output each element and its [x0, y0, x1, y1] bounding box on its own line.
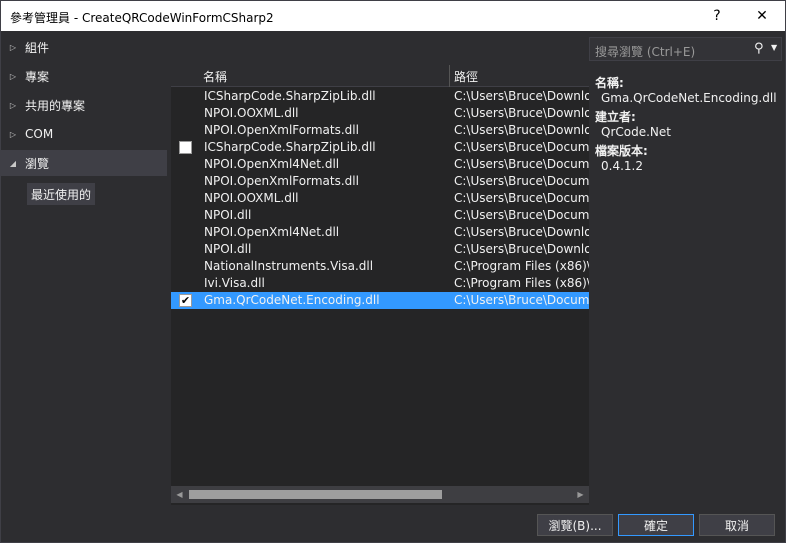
row-name: Gma.QrCodeNet.Encoding.dll: [204, 293, 380, 307]
reference-list: 名稱 路徑 ICSharpCode.SharpZipLib.dll C:\User…: [171, 65, 589, 505]
checkbox-unchecked[interactable]: [179, 141, 192, 154]
expand-arrow-icon: ▷: [9, 129, 17, 139]
nav-item-browse[interactable]: ◢ 瀏覽: [1, 150, 167, 176]
detail-name-value: Gma.QrCodeNet.Encoding.dll: [601, 91, 777, 105]
nav-item-label: 組件: [25, 40, 50, 55]
row-name: NationalInstruments.Visa.dll: [204, 259, 374, 273]
left-nav: ▷ 組件 ▷ 專案 ▷ 共用的專案 ▷ COM ◢ 瀏覽 最近使用的: [1, 31, 167, 501]
search-icon[interactable]: ⚲: [754, 41, 764, 56]
detail-name-label: 名稱:: [595, 76, 624, 90]
row-name: Ivi.Visa.dll: [204, 276, 265, 290]
row-path: C:\Users\Bruce\Downloads: [454, 242, 589, 256]
table-row[interactable]: ICSharpCode.SharpZipLib.dll C:\Users\Bruc…: [171, 139, 589, 156]
scroll-right-icon[interactable]: ▶: [572, 486, 589, 503]
close-button[interactable]: ✕: [739, 1, 785, 31]
scroll-thumb[interactable]: [189, 490, 442, 499]
row-path: C:\Program Files (x86)\: [454, 259, 589, 273]
row-path: C:\Users\Bruce\Documents: [454, 208, 589, 222]
chevron-down-icon[interactable]: ▼: [771, 43, 777, 52]
table-row[interactable]: NPOI.OOXML.dll C:\Users\Bruce\Downloads: [171, 105, 589, 122]
nav-item-label: COM: [25, 127, 54, 141]
row-path: C:\Users\Bruce\Documents: [454, 191, 589, 205]
row-path: C:\Users\Bruce\Downloads: [454, 123, 589, 137]
help-button[interactable]: ?: [694, 1, 740, 31]
table-row[interactable]: NPOI.OpenXml4Net.dll C:\Users\Bruce\Downl…: [171, 224, 589, 241]
row-name: NPOI.dll: [204, 242, 252, 256]
window-title: 參考管理員 - CreateQRCodeWinFormCSharp2: [10, 11, 274, 25]
detail-version-value: 0.4.1.2: [601, 159, 643, 173]
checkbox-checked[interactable]: ✔: [179, 294, 192, 307]
table-row[interactable]: NPOI.dll C:\Users\Bruce\Documents: [171, 207, 589, 224]
nav-item-com[interactable]: ▷ COM: [1, 121, 167, 147]
table-row[interactable]: Ivi.Visa.dll C:\Program Files (x86)\: [171, 275, 589, 292]
nav-subitem-recent[interactable]: 最近使用的: [27, 183, 96, 205]
reference-manager-window: 參考管理員 - CreateQRCodeWinFormCSharp2 ? ✕ ▷…: [0, 0, 786, 543]
row-path: C:\Users\Bruce\Documents: [454, 293, 589, 307]
row-name: ICSharpCode.SharpZipLib.dll: [204, 140, 376, 154]
title-bar: 參考管理員 - CreateQRCodeWinFormCSharp2 ? ✕: [1, 1, 785, 31]
detail-creator-value: QrCode.Net: [601, 125, 671, 139]
search-input[interactable]: 搜尋瀏覽 (Ctrl+E): [595, 43, 695, 60]
column-header-name[interactable]: 名稱: [199, 65, 449, 87]
nav-item-label: 瀏覽: [25, 156, 50, 171]
ok-button[interactable]: 確定: [618, 514, 694, 536]
row-path: C:\Users\Bruce\Documents: [454, 140, 589, 154]
scroll-left-icon[interactable]: ◀: [171, 486, 188, 503]
nav-item-projects[interactable]: ▷ 專案: [1, 63, 167, 89]
expand-arrow-icon: ▷: [9, 71, 17, 81]
table-row[interactable]: NationalInstruments.Visa.dll C:\Program F…: [171, 258, 589, 275]
row-name: NPOI.OpenXmlFormats.dll: [204, 123, 359, 137]
row-path: C:\Users\Bruce\Downloads: [454, 106, 589, 120]
table-row[interactable]: NPOI.OpenXmlFormats.dll C:\Users\Bruce\Do…: [171, 173, 589, 190]
detail-version-label: 檔案版本:: [595, 144, 648, 158]
row-path: C:\Program Files (x86)\: [454, 276, 589, 290]
column-header-path[interactable]: 路徑: [449, 65, 589, 87]
search-box[interactable]: 搜尋瀏覽 (Ctrl+E) ⚲ ▼: [589, 37, 782, 61]
nav-item-shared-projects[interactable]: ▷ 共用的專案: [1, 92, 167, 118]
row-path: C:\Users\Bruce\Downloads: [454, 89, 589, 103]
table-row[interactable]: NPOI.dll C:\Users\Bruce\Downloads: [171, 241, 589, 258]
table-row[interactable]: NPOI.OpenXmlFormats.dll C:\Users\Bruce\Do…: [171, 122, 589, 139]
browse-button[interactable]: 瀏覽(B)...: [537, 514, 613, 536]
row-name: NPOI.OOXML.dll: [204, 106, 299, 120]
row-name: NPOI.OpenXml4Net.dll: [204, 225, 340, 239]
table-row[interactable]: ✔ Gma.QrCodeNet.Encoding.dll C:\Users\Bruc…: [171, 292, 589, 309]
row-path: C:\Users\Bruce\Documents: [454, 174, 589, 188]
row-path: C:\Users\Bruce\Documents: [454, 157, 589, 171]
table-row[interactable]: ICSharpCode.SharpZipLib.dll C:\Users\Bruc…: [171, 88, 589, 105]
row-name: NPOI.OpenXmlFormats.dll: [204, 174, 359, 188]
nav-item-label: 共用的專案: [25, 98, 86, 113]
nav-item-label: 專案: [25, 69, 50, 84]
row-path: C:\Users\Bruce\Downloads: [454, 225, 589, 239]
horizontal-scrollbar[interactable]: ◀ ▶: [171, 486, 589, 503]
row-name: NPOI.dll: [204, 208, 252, 222]
collapse-arrow-icon: ◢: [9, 158, 17, 168]
detail-creator-label: 建立者:: [595, 110, 636, 124]
expand-arrow-icon: ▷: [9, 100, 17, 110]
cancel-button[interactable]: 取消: [699, 514, 775, 536]
row-name: NPOI.OOXML.dll: [204, 191, 299, 205]
row-name: NPOI.OpenXml4Net.dll: [204, 157, 340, 171]
table-row[interactable]: NPOI.OOXML.dll C:\Users\Bruce\Documents: [171, 190, 589, 207]
row-name: ICSharpCode.SharpZipLib.dll: [204, 89, 376, 103]
nav-item-assemblies[interactable]: ▷ 組件: [1, 34, 167, 60]
expand-arrow-icon: ▷: [9, 42, 17, 52]
table-row[interactable]: NPOI.OpenXml4Net.dll C:\Users\Bruce\Docum…: [171, 156, 589, 173]
list-header: 名稱 路徑: [171, 65, 589, 87]
